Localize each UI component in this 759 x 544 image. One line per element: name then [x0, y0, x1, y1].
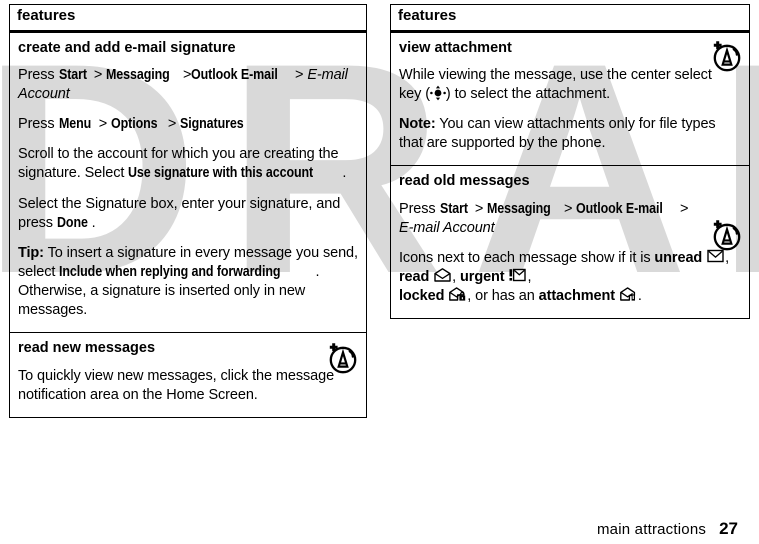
text-plain: ,: [527, 269, 532, 286]
envelope-urgent-icon: [509, 268, 527, 283]
text-plain: .: [637, 288, 642, 305]
center-select-key-icon: [430, 85, 446, 101]
features-body-left: create and add e-mail signature Press St…: [9, 32, 367, 418]
paragraph: Tip: To insert a signature in every mess…: [18, 244, 358, 321]
text-plain: >: [676, 200, 689, 217]
paragraph: Select the Signature box, enter your sig…: [18, 195, 358, 233]
footer-chapter-name: main attractions: [596, 521, 707, 538]
features-header-right: features: [390, 4, 750, 33]
text-plain: You can view attachments only for file t…: [399, 116, 716, 152]
text-plain: [505, 269, 509, 285]
ui-string-messaging: Messaging: [487, 200, 551, 217]
paragraph: To quickly view new messages, click the …: [18, 367, 335, 403]
status-label-urgent: urgent: [460, 269, 505, 286]
status-label-read: read: [399, 269, 430, 286]
text-plain: >: [94, 116, 112, 133]
paragraph: While viewing the message, use the cente…: [399, 66, 719, 104]
features-header-left: features: [9, 4, 367, 33]
text-plain: , or has an: [467, 288, 539, 305]
ui-string-start: Start: [58, 66, 87, 83]
ui-string-done: Done: [56, 214, 88, 231]
envelope-attachment-icon: [620, 287, 637, 302]
text-plain: >: [560, 200, 577, 217]
text-plain: >: [470, 200, 488, 217]
feature-content: While viewing the message, use the cente…: [399, 66, 741, 154]
status-label-attachment: attachment: [538, 288, 615, 305]
ui-string-messaging: Messaging: [106, 66, 170, 83]
status-label-unread: unread: [654, 250, 703, 267]
footer-page-number: 27: [719, 519, 738, 538]
motorola-tip-badge-icon: [709, 218, 743, 252]
feature-title: create and add e-mail signature: [18, 39, 236, 56]
feature-title: read old messages: [399, 173, 530, 190]
paragraph: Icons next to each message show if it is…: [399, 249, 741, 306]
feature-content: To quickly view new messages, click the …: [18, 367, 358, 405]
text-plain: Icons next to each message show if it is: [399, 250, 655, 267]
feature-content: Press Start > Messaging >Outlook E-mail …: [18, 66, 358, 320]
text-plain: [444, 288, 448, 304]
feature-row: create and add e-mail signature Press St…: [10, 33, 366, 333]
features-body-right: view attachment While viewing the messag…: [390, 32, 750, 320]
envelope-locked-icon: [449, 287, 466, 302]
manual-page: features create and add e-mail signature…: [0, 0, 759, 544]
text-plain: Press: [18, 116, 59, 133]
feature-row: read old messages Press Start > Messagin…: [391, 165, 749, 318]
ui-string-use-signature-with-this-account: Use signature with this account: [128, 165, 314, 182]
paragraph: Press Start > Messaging > Outlook E-mail…: [399, 200, 689, 238]
feature-content: Press Start > Messaging > Outlook E-mail…: [399, 200, 741, 307]
text-plain: Press: [18, 66, 59, 83]
ui-string-options: Options: [111, 116, 158, 133]
ui-string-menu: Menu: [58, 116, 91, 133]
text-plain: >: [163, 116, 181, 133]
envelope-open-icon: [434, 268, 451, 283]
ui-string-include-when-replying-and-forwarding: Include when replying and forwarding: [59, 263, 281, 280]
features-table-right: features view attachment While viewing t…: [390, 4, 750, 320]
ui-string-start: Start: [439, 200, 468, 217]
text-plain: .: [342, 165, 347, 182]
motorola-tip-badge-icon: [325, 341, 359, 375]
text-plain: >: [89, 66, 107, 83]
feature-title: read new messages: [18, 340, 156, 357]
paragraph: Press Menu > Options > Signatures: [18, 115, 358, 134]
text-plain: ,: [452, 269, 461, 286]
ui-string-outlook-email: Outlook E-mail: [576, 200, 664, 217]
note-label: Note:: [399, 116, 436, 133]
feature-row: read new messages To quickly view new me…: [10, 332, 366, 417]
paragraph: Note: You can view attachments only for …: [399, 115, 741, 153]
ui-string-signatures: Signatures: [180, 116, 244, 133]
text-plain: [702, 250, 706, 266]
page-footer: main attractions 27: [0, 520, 738, 537]
feature-row: view attachment While viewing the messag…: [391, 33, 749, 166]
text-plain: .: [91, 214, 96, 231]
status-label-locked: locked: [399, 288, 445, 305]
placeholder-email-account: E-mail Account: [399, 219, 495, 236]
paragraph: Press Start > Messaging >Outlook E-mail …: [18, 66, 358, 104]
text-plain: ) to select the attachment.: [445, 86, 611, 103]
text-plain: [615, 288, 619, 304]
ui-string-outlook-email: Outlook E-mail: [191, 66, 279, 83]
features-table-left: features create and add e-mail signature…: [9, 4, 367, 418]
text-plain: Press: [399, 200, 440, 217]
tip-label: Tip:: [18, 244, 44, 261]
text-plain: >: [179, 66, 192, 83]
paragraph: Scroll to the account for which you are …: [18, 145, 358, 183]
feature-title: view attachment: [399, 39, 512, 56]
text-plain: ,: [725, 250, 730, 267]
text-plain: [429, 269, 433, 285]
motorola-tip-badge-icon: [709, 39, 743, 73]
text-plain: >: [291, 66, 308, 83]
